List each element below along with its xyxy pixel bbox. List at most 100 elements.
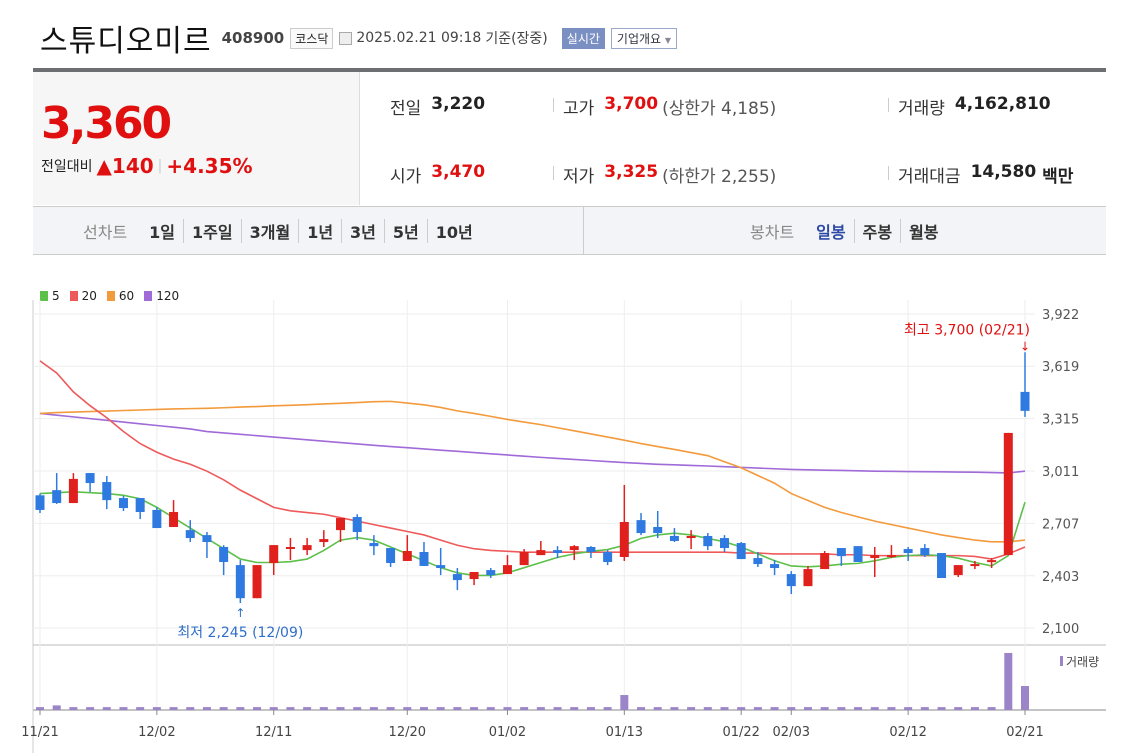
volume-bar [286, 707, 295, 710]
volume-bar [386, 707, 395, 710]
x-tick-label: 12/11 [255, 725, 292, 740]
volume-bar [870, 707, 879, 710]
candle-down [52, 490, 62, 504]
y-tick-label: 3,315 [1042, 413, 1079, 428]
candle-up [68, 478, 78, 504]
candle-up [519, 551, 529, 566]
candle-down [352, 517, 362, 533]
volume-bar [253, 707, 262, 710]
candle-up [686, 535, 696, 539]
volume-bar [987, 707, 996, 710]
volume-bar [586, 707, 595, 710]
candle-up [803, 569, 813, 587]
candle-down [669, 535, 679, 541]
candle-up [970, 564, 980, 567]
volume-bar [720, 707, 729, 710]
candle-down [35, 495, 45, 510]
volume-bar [820, 707, 829, 710]
candle-up [1003, 432, 1013, 556]
volume-bar [152, 707, 161, 710]
candle-down [586, 547, 596, 552]
y-tick-label: 3,922 [1042, 308, 1079, 323]
volume-bar [770, 707, 779, 710]
candle-down [753, 558, 763, 565]
candle-down [736, 543, 746, 560]
volume-bar [86, 707, 95, 710]
candle-down [185, 530, 195, 539]
volume-bar [687, 707, 696, 710]
candle-down [102, 482, 112, 501]
candle-up [252, 565, 262, 599]
candle-down [419, 551, 429, 566]
ma20-line [39, 360, 1026, 560]
price-chart[interactable]: 3,922 3,619 3,315 3,011 2,707 2,403 2,100 11/21… [0, 0, 1134, 753]
volume-bar [102, 707, 111, 710]
volume-bar [570, 707, 579, 710]
candle-up [319, 539, 329, 543]
volume-bar [319, 707, 328, 710]
candle-down [937, 553, 947, 579]
candle-up [820, 553, 830, 570]
candle-down [152, 509, 162, 529]
candle-down [653, 527, 663, 534]
low-annotation: 최저 2,245 (12/09) [177, 625, 303, 641]
candle-down [553, 550, 563, 554]
y-tick-label: 2,403 [1042, 570, 1079, 585]
volume-bar [369, 707, 378, 710]
x-tick-label: 02/03 [773, 725, 810, 740]
y-tick-label: 3,619 [1042, 360, 1079, 375]
candle-down [235, 565, 245, 599]
high-annotation: 최고 3,700 (02/21) [904, 322, 1030, 338]
volume-bar [653, 707, 662, 710]
volume-legend-label: 거래량 [1066, 655, 1099, 669]
volume-bar [69, 707, 78, 710]
volume-bar [186, 707, 195, 710]
candle-down [369, 543, 379, 547]
volume-bar [553, 707, 562, 710]
candle-down [135, 498, 145, 513]
candle-down [85, 473, 95, 484]
volume-bar [854, 707, 863, 710]
volume-bar [202, 707, 211, 710]
candle-down [719, 538, 729, 549]
volume-bar [1021, 686, 1029, 710]
candle-up [302, 545, 312, 551]
x-tick-label: 01/13 [606, 725, 643, 740]
candle-up [987, 560, 997, 563]
volume-bar [503, 707, 512, 710]
candle-down [202, 535, 212, 543]
candle-up [569, 546, 579, 551]
volume-bar [470, 707, 479, 710]
up-arrow-icon: ↑ [235, 606, 245, 620]
volume-bar [620, 695, 629, 710]
volume-bar [887, 707, 896, 710]
volume-bar [670, 707, 679, 710]
candle-down [920, 548, 930, 556]
volume-bar [453, 707, 462, 710]
volume-bar [219, 707, 228, 710]
volume-bar [954, 707, 963, 710]
candle-up [886, 555, 896, 558]
candle-up [536, 550, 546, 556]
candle-up [619, 522, 629, 557]
candle-down [703, 535, 713, 547]
volume-bar [52, 705, 61, 710]
candle-up [870, 555, 880, 559]
candle-down [853, 546, 863, 562]
volume-bar [1004, 653, 1013, 710]
volume-bar [486, 707, 495, 710]
volume-legend-swatch [1060, 656, 1063, 666]
candle-up [402, 550, 412, 561]
volume-bar [904, 707, 913, 710]
x-tick-label: 02/12 [889, 725, 926, 740]
candle-up [502, 565, 512, 575]
x-tick-label: 12/20 [389, 725, 426, 740]
x-tick-label: 01/22 [722, 725, 759, 740]
volume-bar [119, 707, 128, 710]
volume-bar [637, 707, 646, 710]
volume-bar [937, 707, 946, 710]
volume-bar [803, 707, 812, 710]
volume-bar [236, 707, 245, 710]
volume-bar [536, 707, 545, 710]
candle-down [219, 547, 229, 562]
